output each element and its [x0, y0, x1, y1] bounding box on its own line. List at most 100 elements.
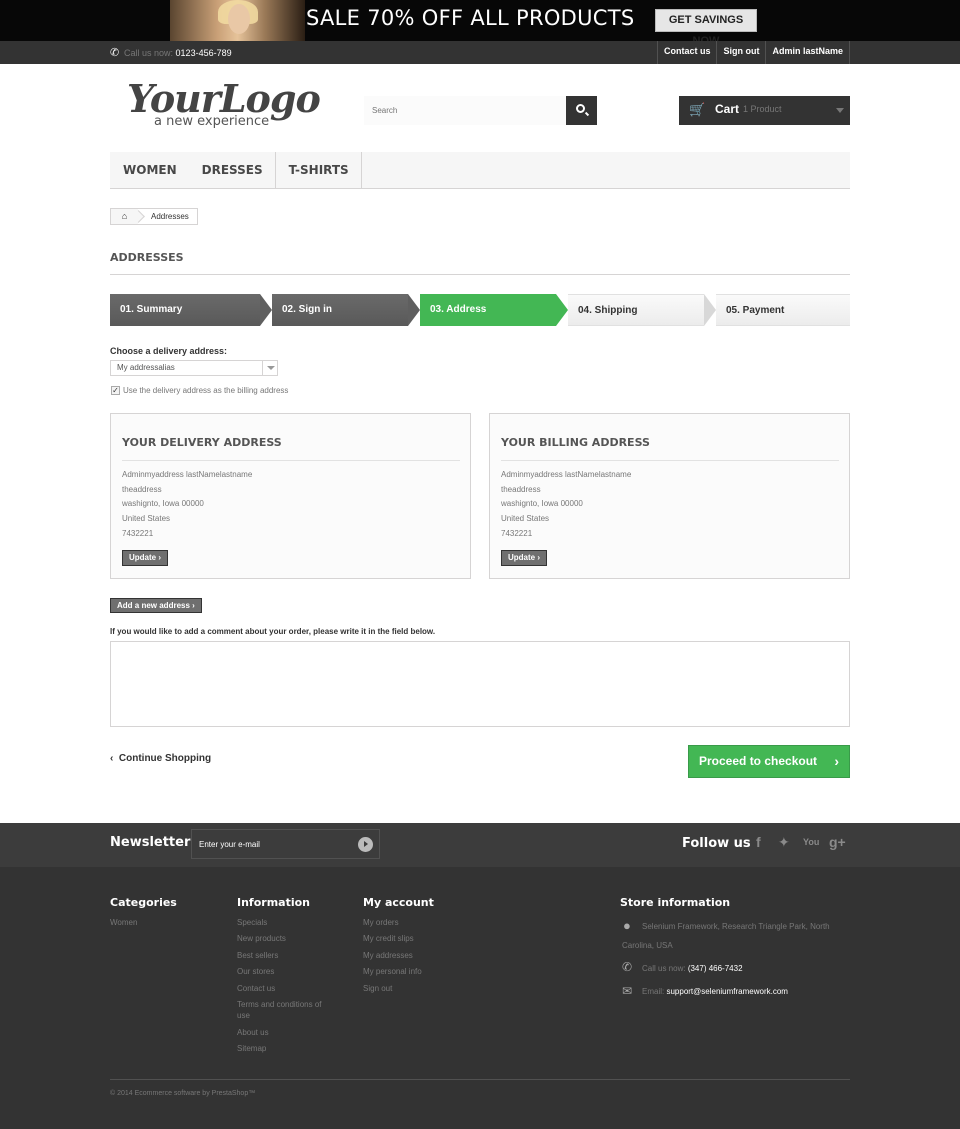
- order-comment-textarea[interactable]: [110, 641, 850, 727]
- delivery-address-box: YOUR DELIVERY ADDRESS Adminmyaddress las…: [110, 413, 471, 579]
- banner-model-image: [170, 0, 305, 41]
- menu-item-tshirts[interactable]: T-SHIRTS: [276, 152, 362, 188]
- footer-account-title: My account: [363, 896, 434, 909]
- facebook-icon[interactable]: f: [756, 834, 761, 850]
- menu-item-dresses[interactable]: DRESSES: [189, 152, 276, 188]
- logo[interactable]: YourLogo a new experience: [127, 76, 321, 131]
- footer-divider: [110, 1079, 850, 1080]
- chevron-right-icon: ›: [537, 553, 541, 562]
- banner-sale-text: SALE 70% OFF ALL PRODUCTS: [306, 6, 635, 30]
- billing-address-title: YOUR BILLING ADDRESS: [501, 436, 839, 461]
- promo-banner[interactable]: SALE 70% OFF ALL PRODUCTS GET SAVINGS NO…: [0, 0, 960, 41]
- footer-link[interactable]: My personal info: [363, 967, 422, 976]
- submit-arrow-icon[interactable]: [358, 837, 373, 852]
- top-phone: ✆ Call us now: 0123-456-789: [110, 46, 232, 59]
- cart-button[interactable]: 🛒 Cart 1 Product: [679, 96, 850, 125]
- same-billing-label: Use the delivery address as the billing …: [123, 386, 289, 395]
- newsletter-email-input[interactable]: Enter your e-mail: [191, 829, 380, 859]
- breadcrumb-current: Addresses: [138, 209, 197, 224]
- address-line: washignto, Iowa 00000: [501, 499, 583, 508]
- same-billing-checkbox[interactable]: ✓: [111, 386, 120, 395]
- contact-us-link[interactable]: Contact us: [656, 41, 717, 64]
- add-new-address-button[interactable]: Add a new address ›: [110, 598, 202, 613]
- search-icon: [576, 104, 585, 113]
- footer-link[interactable]: Terms and conditions of: [237, 1000, 322, 1009]
- follow-us-title: Follow us: [682, 836, 751, 851]
- footer-link[interactable]: Sitemap: [237, 1044, 266, 1053]
- sign-out-link[interactable]: Sign out: [716, 41, 765, 64]
- breadcrumb: ⌂ Addresses: [110, 208, 198, 225]
- top-phone-number: 0123-456-789: [175, 48, 232, 58]
- add-new-address-label: Add a new address: [117, 601, 190, 610]
- banner-model-face: [228, 4, 250, 34]
- google-plus-icon[interactable]: g+: [829, 834, 846, 850]
- envelope-icon: ✉: [622, 984, 633, 998]
- footer-link[interactable]: About us: [237, 1028, 269, 1037]
- footer-link[interactable]: Best sellers: [237, 951, 278, 960]
- proceed-to-checkout-button[interactable]: Proceed to checkout ›: [688, 745, 850, 778]
- chevron-left-icon: ‹: [110, 753, 114, 764]
- choose-delivery-label: Choose a delivery address:: [110, 346, 228, 356]
- update-billing-button[interactable]: Update ›: [501, 550, 548, 566]
- address-line: 7432221: [501, 529, 533, 538]
- address-line: United States: [501, 514, 550, 523]
- twitter-icon[interactable]: ✦: [778, 834, 790, 851]
- top-nav: ✆ Call us now: 0123-456-789 Contact us Si…: [0, 41, 960, 64]
- address-line: theaddress: [501, 485, 541, 494]
- footer-link[interactable]: My credit slips: [363, 934, 414, 943]
- map-marker-icon: ●: [623, 918, 631, 933]
- page-title: ADDRESSES: [110, 251, 850, 275]
- chevron-down-icon: [836, 108, 844, 113]
- copyright[interactable]: © 2014 Ecommerce software by PrestaShop™: [110, 1090, 255, 1097]
- store-phone: Call us now: (347) 466-7432: [642, 964, 743, 973]
- continue-shopping-link[interactable]: ‹ Continue Shopping: [110, 753, 211, 764]
- footer-link[interactable]: My addresses: [363, 951, 413, 960]
- update-delivery-button[interactable]: Update ›: [122, 550, 169, 566]
- chevron-down-icon: [262, 361, 277, 375]
- banner-cta-button[interactable]: GET SAVINGS NOW: [655, 9, 757, 41]
- store-address-line: Carolina, USA: [622, 941, 673, 950]
- store-address-line: Selenium Framework, Research Triangle Pa…: [642, 922, 830, 931]
- step-arrow: [704, 294, 716, 326]
- footer-information-title: Information: [237, 896, 310, 909]
- store-email-label: Email:: [642, 987, 665, 996]
- youtube-icon[interactable]: You: [803, 837, 819, 847]
- account-link[interactable]: Admin lastName: [765, 41, 850, 64]
- comment-label: If you would like to add a comment about…: [110, 627, 436, 636]
- footer-link[interactable]: Sign out: [363, 984, 392, 993]
- proceed-label: Proceed to checkout: [699, 754, 818, 768]
- address-line: United States: [122, 514, 171, 523]
- address-line: Adminmyaddress lastNamelastname: [501, 470, 632, 479]
- address-line: washignto, Iowa 00000: [122, 499, 204, 508]
- step-sign-in[interactable]: 02. Sign in: [272, 294, 408, 326]
- store-email-link[interactable]: support@seleniumframework.com: [666, 987, 788, 996]
- step-arrow: [408, 294, 420, 326]
- footer-link[interactable]: use: [237, 1011, 250, 1020]
- footer-link[interactable]: New products: [237, 934, 286, 943]
- step-summary[interactable]: 01. Summary: [110, 294, 260, 326]
- cart-label: Cart: [715, 102, 740, 116]
- step-shipping: 04. Shipping: [568, 294, 704, 326]
- store-email: Email: support@seleniumframework.com: [642, 987, 788, 996]
- top-links: Contact us Sign out Admin lastName: [656, 41, 850, 64]
- update-label: Update: [508, 553, 536, 562]
- billing-address-box: YOUR BILLING ADDRESS Adminmyaddress last…: [489, 413, 850, 579]
- home-icon[interactable]: ⌂: [111, 209, 138, 224]
- chevron-right-icon: ›: [158, 553, 162, 562]
- delivery-address-select[interactable]: My addressalias: [110, 360, 278, 376]
- step-arrow: [556, 294, 568, 326]
- address-line: 7432221: [122, 529, 154, 538]
- cart-icon: 🛒: [689, 102, 706, 117]
- search-button[interactable]: [566, 96, 597, 125]
- search-input[interactable]: [364, 96, 566, 125]
- footer-link[interactable]: My orders: [363, 918, 399, 927]
- footer-link[interactable]: Our stores: [237, 967, 274, 976]
- footer-link[interactable]: Contact us: [237, 984, 275, 993]
- logo-tagline: a new experience: [154, 114, 270, 129]
- newsletter-bar: Newsletter Enter your e-mail Follow us f…: [0, 823, 960, 867]
- address-line: theaddress: [122, 485, 162, 494]
- footer-link[interactable]: Specials: [237, 918, 267, 927]
- footer-link[interactable]: Women: [110, 918, 137, 927]
- cart-count: 1 Product: [743, 104, 782, 114]
- menu-item-women[interactable]: WOMEN: [110, 152, 189, 188]
